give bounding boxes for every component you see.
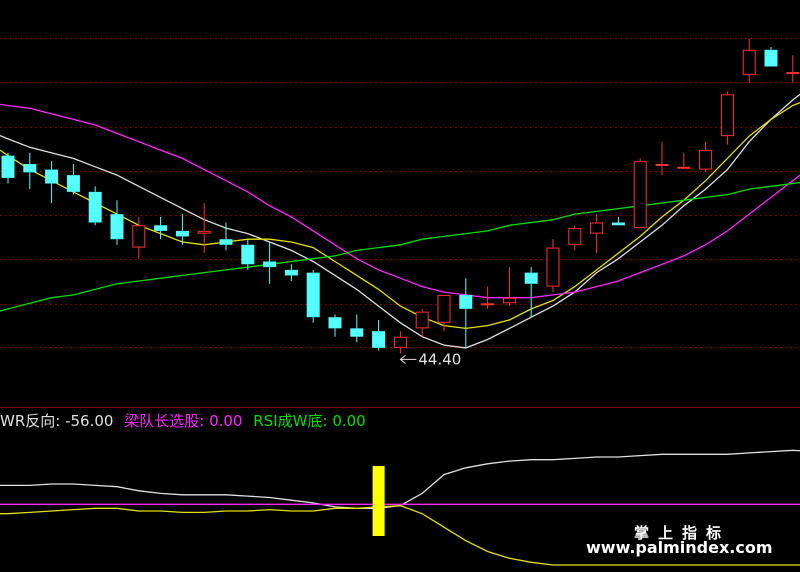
candlestick: [720, 91, 734, 145]
signal-bar: [372, 466, 385, 536]
candle-body: [1, 155, 15, 178]
candlestick: [699, 141, 713, 173]
candlestick: [88, 186, 102, 226]
indicator-line-1: [0, 449, 800, 509]
rsi-value: 0.00: [332, 412, 366, 430]
candle-body: [263, 261, 277, 268]
candle-body: [23, 164, 37, 173]
candle-body: [306, 272, 320, 318]
candle-body: [611, 222, 625, 226]
candle-body: [633, 161, 647, 229]
moving-average-line-4: [0, 176, 800, 312]
candlestick: [502, 267, 516, 307]
candle-body: [742, 49, 756, 75]
candlestick: [350, 314, 364, 343]
candlestick: [611, 216, 625, 226]
candle-body: [284, 269, 298, 276]
candlestick: [655, 141, 669, 176]
candle-body: [786, 72, 800, 75]
candlestick: [764, 47, 778, 67]
candlestick: [110, 200, 124, 245]
candlestick: [677, 152, 691, 169]
candle-body: [437, 294, 451, 323]
candle-body: [677, 166, 691, 169]
candlestick: [590, 214, 604, 254]
moving-average-line-2: [0, 83, 800, 330]
candle-body: [219, 239, 233, 245]
candle-body: [197, 230, 211, 234]
wr-value: -56.00: [65, 412, 114, 430]
candlestick: [415, 308, 429, 337]
candlestick: [328, 314, 342, 337]
candlestick: [568, 225, 582, 251]
candlestick: [1, 152, 15, 184]
candle-body: [132, 225, 146, 248]
candlestick: [786, 55, 800, 84]
candle-body: [720, 94, 734, 137]
low-price-annotation: 44.40: [399, 350, 461, 368]
candle-body: [350, 328, 364, 337]
candle-body: [699, 150, 713, 170]
candle-body: [175, 230, 189, 237]
candle-body: [568, 228, 582, 245]
candle-body: [328, 317, 342, 329]
candle-body: [415, 311, 429, 329]
grid-lines: [0, 38, 800, 348]
candle-body: [546, 247, 560, 287]
candlestick: [45, 161, 59, 203]
watermark-url: www.palmindex.com: [586, 538, 773, 557]
candlestick: [524, 267, 538, 318]
candle-body: [45, 169, 59, 184]
candle-body: [481, 303, 495, 306]
candlestick: [306, 269, 320, 323]
candle-body: [372, 331, 386, 348]
candle-body: [764, 49, 778, 67]
candle-body: [655, 164, 669, 166]
stock-chart: 44.40: [0, 38, 800, 566]
candle-body: [502, 297, 516, 304]
lk-value: 0.00: [209, 412, 243, 430]
candle-body: [393, 336, 407, 348]
candlestick: [23, 152, 37, 190]
candle-body: [524, 272, 538, 284]
moving-average-lines: [0, 65, 800, 349]
candle-body: [154, 225, 168, 231]
wr-label: WR反向:: [0, 412, 61, 430]
rsi-label: RSI成W底:: [253, 412, 328, 430]
candlestick: [66, 164, 80, 195]
candlestick: [284, 264, 298, 281]
lk-label: 梁队长选股:: [124, 412, 205, 430]
candle-body: [459, 294, 473, 309]
candlestick: [197, 203, 211, 254]
candle-body: [590, 222, 604, 234]
candle-body: [66, 175, 80, 192]
low-price-label: 44.40: [418, 350, 461, 368]
candle-body: [88, 191, 102, 223]
indicator-legend: WR反向: -56.00 梁队长选股: 0.00 RSI成W底: 0.00: [0, 410, 366, 431]
candlestick: [372, 320, 386, 351]
candle-body: [110, 214, 124, 240]
candlestick: [459, 278, 473, 348]
candlestick: [546, 239, 560, 293]
candlestick: [241, 239, 255, 270]
candle-body: [241, 244, 255, 265]
candlestick: [263, 242, 277, 284]
candlestick: [742, 38, 756, 84]
candlestick: [633, 158, 647, 229]
candlestick: [393, 331, 407, 354]
